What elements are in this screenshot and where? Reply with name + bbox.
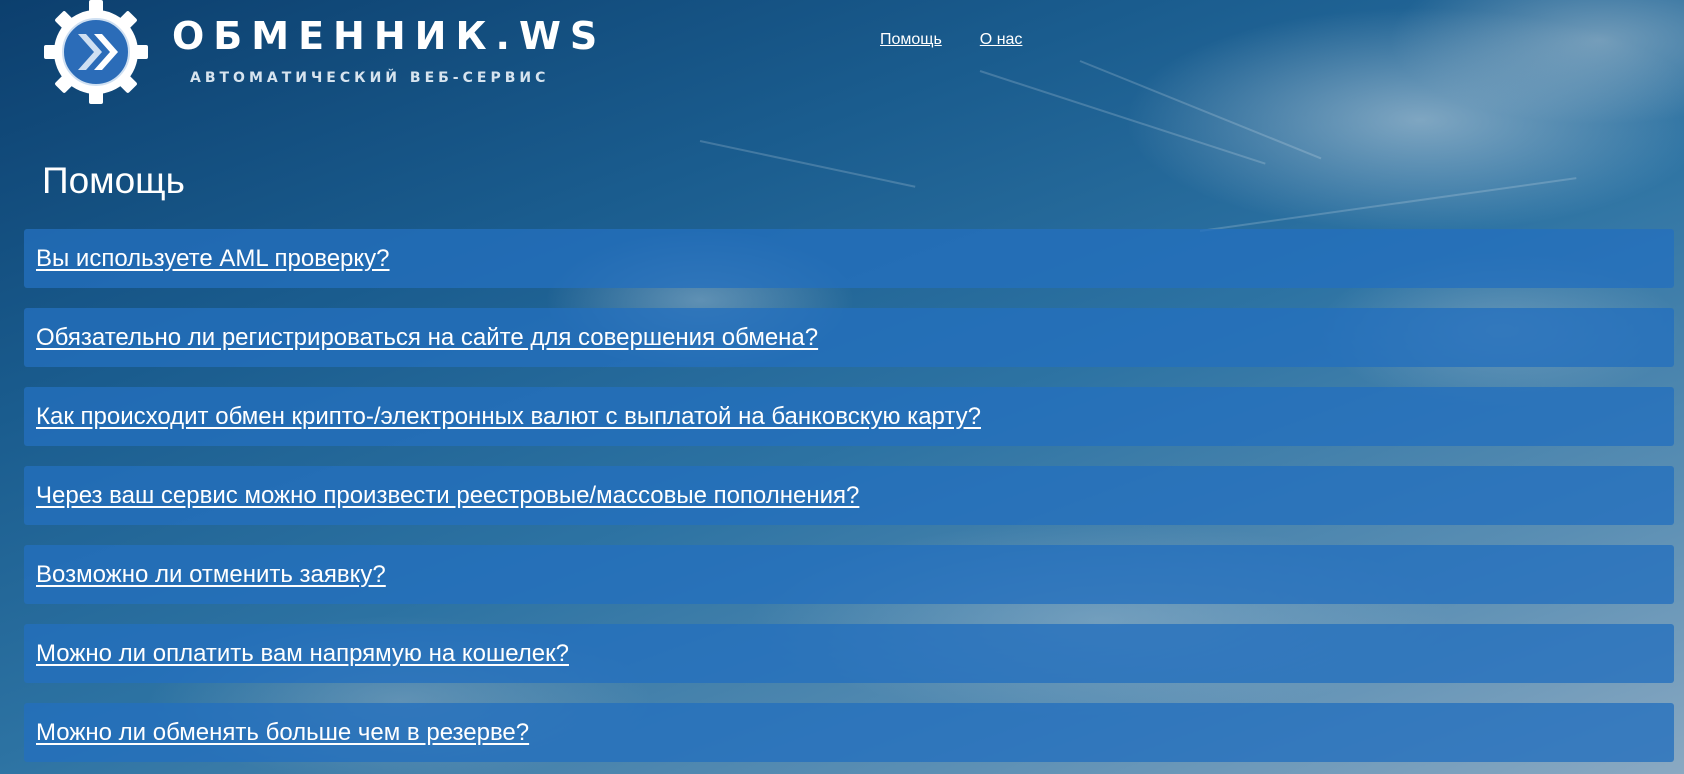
- faq-item[interactable]: Вы используете AML проверку?: [24, 229, 1674, 288]
- faq-item[interactable]: Возможно ли отменить заявку?: [24, 545, 1674, 604]
- page: ОБМЕННИК.WS АВТОМАТИЧЕСКИЙ ВЕБ-СЕРВИС По…: [0, 0, 1684, 774]
- faq-question-link[interactable]: Возможно ли отменить заявку?: [36, 561, 386, 589]
- top-nav: Помощь О нас: [880, 31, 1022, 49]
- faq-question-link[interactable]: Можно ли оплатить вам напрямую на кошеле…: [36, 640, 569, 668]
- nav-link-about[interactable]: О нас: [980, 31, 1023, 49]
- logo-title[interactable]: ОБМЕННИК.WS: [172, 14, 606, 58]
- faq-item[interactable]: Обязательно ли регистрироваться на сайте…: [24, 308, 1674, 367]
- faq-question-link[interactable]: Вы используете AML проверку?: [36, 245, 390, 273]
- faq-item[interactable]: Можно ли оплатить вам напрямую на кошеле…: [24, 624, 1674, 683]
- faq-item[interactable]: Как происходит обмен крипто-/электронных…: [24, 387, 1674, 446]
- sky-streak: [699, 140, 916, 188]
- gear-chevron-logo-icon[interactable]: [44, 0, 148, 104]
- faq-question-link[interactable]: Можно ли обменять больше чем в резерве?: [36, 719, 529, 747]
- page-title: Помощь: [42, 160, 185, 201]
- logo-subtitle: АВТОМАТИЧЕСКИЙ ВЕБ-СЕРВИС: [190, 70, 550, 86]
- nav-link-help[interactable]: Помощь: [880, 31, 942, 49]
- faq-question-link[interactable]: Как происходит обмен крипто-/электронных…: [36, 403, 981, 431]
- sky-streak: [1199, 177, 1577, 232]
- faq-question-link[interactable]: Обязательно ли регистрироваться на сайте…: [36, 324, 818, 352]
- site-header: ОБМЕННИК.WS АВТОМАТИЧЕСКИЙ ВЕБ-СЕРВИС По…: [0, 0, 1684, 110]
- faq-list: Вы используете AML проверку? Обязательно…: [24, 229, 1674, 774]
- faq-item[interactable]: Можно ли обменять больше чем в резерве?: [24, 703, 1674, 762]
- faq-question-link[interactable]: Через ваш сервис можно произвести реестр…: [36, 482, 859, 510]
- faq-item[interactable]: Через ваш сервис можно произвести реестр…: [24, 466, 1674, 525]
